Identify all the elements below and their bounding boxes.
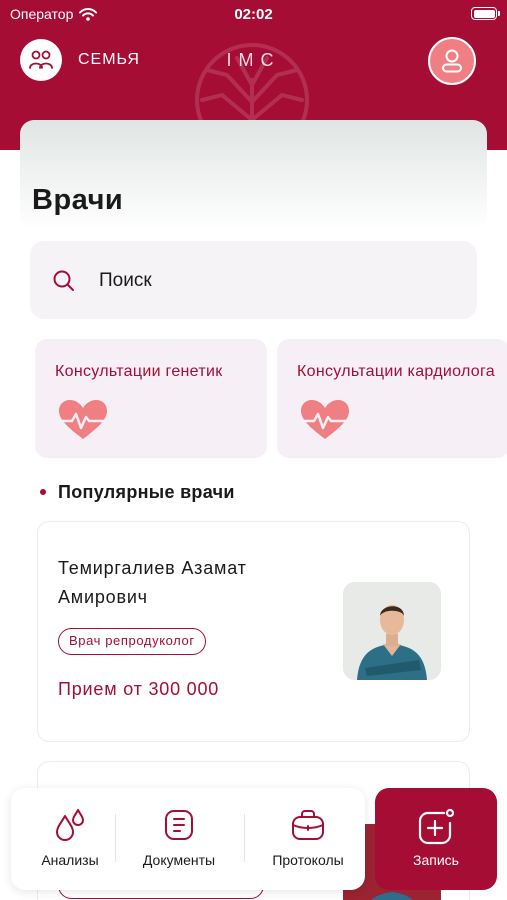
bottom-nav: Анализы Документы Протоколы <box>11 788 365 890</box>
category-card-cardiology[interactable]: Консультации кардиолога <box>277 339 507 458</box>
specialty-badge: Врач репродуколог <box>58 628 206 655</box>
section-title: Популярные врачи <box>58 482 235 502</box>
user-icon <box>442 49 462 73</box>
clock: 02:02 <box>234 6 273 23</box>
status-bar: Оператор 02:02 <box>0 0 507 30</box>
doctor-name: Темиргалиев Азамат Амирович <box>58 558 247 607</box>
nav-item-analyses[interactable]: Анализы <box>11 788 129 890</box>
page-title: Врачи <box>32 184 124 216</box>
nav-item-label: Документы <box>142 852 216 868</box>
nav-item-label: Анализы <box>41 852 99 868</box>
book-appointment-button[interactable]: Запись <box>375 788 497 890</box>
doctor-price: Прием от 300 000 <box>58 679 220 699</box>
search-field[interactable]: Поиск <box>30 241 477 319</box>
category-label: Консультации генетик <box>55 363 223 380</box>
category-carousel[interactable]: Консультации генетик Консультации кардио… <box>35 339 507 459</box>
document-icon <box>165 810 193 840</box>
section-bullet <box>40 489 46 495</box>
add-appointment-icon <box>418 808 455 845</box>
category-card-genetics[interactable]: Консультации генетик <box>35 339 267 458</box>
doctor-photo <box>343 582 441 680</box>
battery-icon <box>471 7 500 20</box>
nav-item-documents[interactable]: Документы <box>120 788 238 890</box>
nav-item-label: Протоколы <box>272 852 344 868</box>
book-label: Запись <box>413 852 459 868</box>
nav-divider <box>115 814 116 862</box>
category-label: Консультации кардиолога <box>297 363 495 380</box>
search-icon <box>53 270 74 291</box>
heart-pulse-icon <box>55 400 111 439</box>
drops-icon <box>56 809 84 841</box>
nav-divider <box>244 814 245 862</box>
search-input[interactable]: Поиск <box>99 270 152 292</box>
briefcase-icon <box>292 810 324 840</box>
profile-button[interactable] <box>428 37 476 85</box>
nav-item-protocols[interactable]: Протоколы <box>249 788 367 890</box>
heart-pulse-icon <box>297 400 353 439</box>
doctor-card[interactable]: Темиргалиев Азамат Амирович Врач репроду… <box>37 521 470 742</box>
